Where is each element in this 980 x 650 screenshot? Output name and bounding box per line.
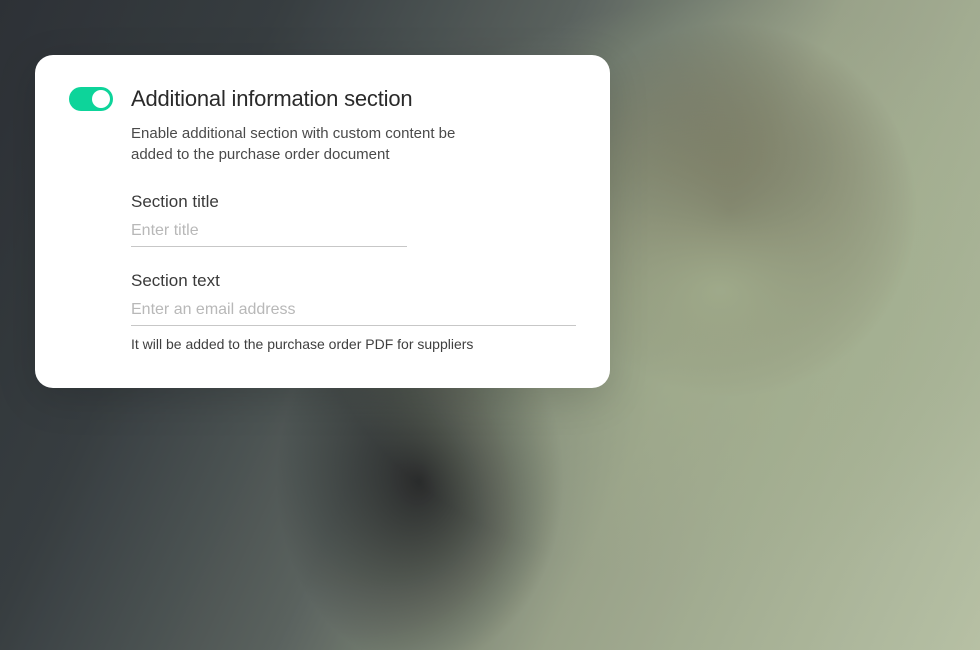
- section-title-group: Section title: [131, 192, 576, 247]
- header-text-block: Additional information section Enable ad…: [131, 85, 576, 166]
- card-description: Enable additional section with custom co…: [131, 123, 501, 167]
- section-text-label: Section text: [131, 271, 576, 291]
- card-title: Additional information section: [131, 85, 576, 113]
- section-text-input[interactable]: [131, 297, 576, 326]
- toggle-knob-icon: [92, 90, 110, 108]
- section-title-input[interactable]: [131, 218, 407, 247]
- form-section: Section title Section text It will be ad…: [131, 192, 576, 352]
- section-title-label: Section title: [131, 192, 576, 212]
- enable-toggle[interactable]: [69, 87, 113, 111]
- additional-info-card: Additional information section Enable ad…: [35, 55, 610, 388]
- section-text-group: Section text It will be added to the pur…: [131, 271, 576, 352]
- card-header: Additional information section Enable ad…: [69, 85, 576, 166]
- section-text-help: It will be added to the purchase order P…: [131, 336, 576, 352]
